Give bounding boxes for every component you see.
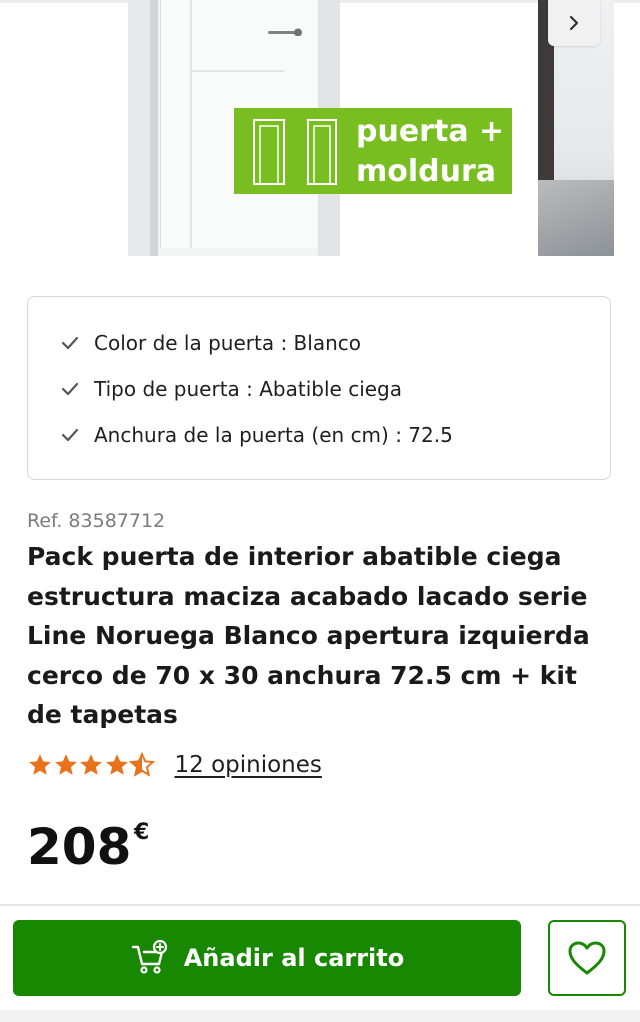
star-rating — [27, 752, 155, 778]
reviews-link[interactable]: 12 opiniones — [175, 752, 322, 778]
currency-symbol: € — [134, 820, 150, 845]
favorite-button[interactable] — [548, 920, 626, 996]
bottom-bar — [0, 1010, 640, 1022]
chevron-right-icon — [569, 15, 579, 31]
promo-line: puerta + — [356, 114, 505, 149]
feature-text: Color de la puerta : Blanco — [94, 331, 361, 355]
cart-add-icon — [131, 939, 167, 974]
star-icon — [80, 754, 102, 775]
heart-icon — [568, 941, 606, 975]
check-icon — [58, 423, 82, 447]
feature-text: Tipo de puerta : Abatible ciega — [94, 377, 403, 401]
promo-line: moldura — [356, 154, 497, 189]
rating-row: 12 opiniones — [27, 752, 322, 778]
door-panel — [190, 0, 284, 72]
door-handle-icon — [268, 28, 302, 36]
door-molding-icon — [253, 119, 337, 185]
feature-item: Color de la puerta : Blanco — [58, 328, 361, 358]
star-half-icon — [129, 752, 155, 777]
gallery-next-button[interactable] — [548, 0, 600, 46]
product-image-gallery[interactable]: puerta + moldura — [0, 0, 640, 260]
star-icon — [29, 754, 51, 775]
promo-badge: puerta + moldura — [234, 108, 512, 194]
add-to-cart-button[interactable]: Añadir al carrito — [13, 920, 521, 996]
feature-text: Anchura de la puerta (en cm) : 72.5 — [94, 423, 453, 447]
check-icon — [58, 331, 82, 355]
star-icon — [54, 754, 77, 775]
door-frame-shadow — [150, 0, 158, 256]
star-icon — [105, 754, 128, 775]
feature-item: Tipo de puerta : Abatible ciega — [58, 374, 402, 404]
add-to-cart-label: Añadir al carrito — [183, 944, 405, 972]
floor — [538, 180, 614, 256]
features-box: Color de la puerta : Blanco Tipo de puer… — [27, 296, 611, 480]
check-icon — [58, 377, 82, 401]
promo-text: puerta + moldura — [356, 112, 512, 192]
price: 208 — [27, 818, 132, 876]
product-reference: Ref. 83587712 — [27, 510, 166, 532]
divider — [0, 904, 640, 906]
feature-item: Anchura de la puerta (en cm) : 72.5 — [58, 420, 453, 450]
product-title: Pack puerta de interior abatible ciega e… — [27, 542, 590, 729]
